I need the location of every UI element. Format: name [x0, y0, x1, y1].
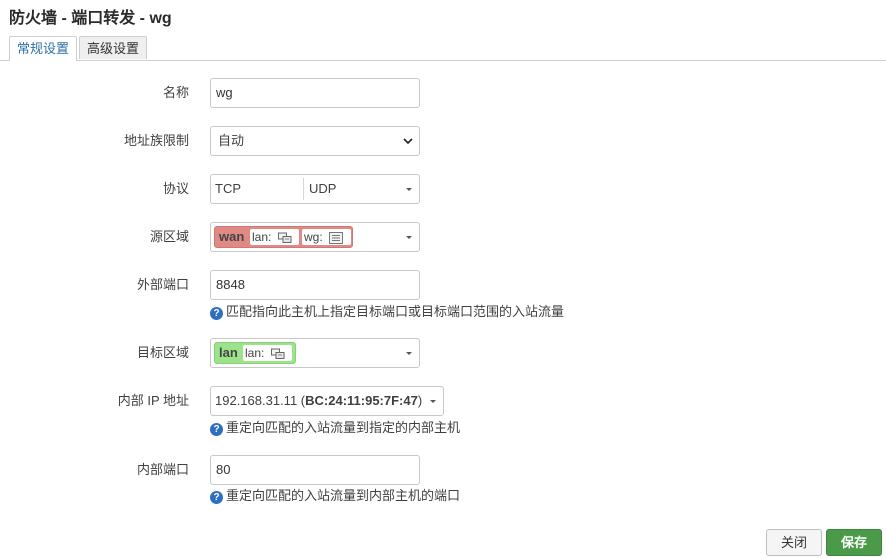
protocol-divider [303, 178, 304, 200]
family-label: 地址族限制 [123, 133, 189, 148]
tab-advanced[interactable]: 高级设置 [79, 36, 148, 59]
caret-down-icon [406, 352, 412, 355]
help-text: 重定向匹配的入站流量到指定的内部主机 [226, 420, 461, 435]
caret-down-icon [430, 400, 436, 403]
int-port-help: ? 重定向匹配的入站流量到内部主机的端口 [210, 488, 460, 504]
network-badge-lan: lan: [250, 229, 299, 245]
int-ip-label: 内部 IP 地址 [117, 393, 189, 408]
tunnel-device-icon [329, 232, 344, 244]
caret-down-icon [406, 236, 412, 239]
question-circle-icon: ? [210, 491, 223, 504]
int-ip-value: 192.168.31.11 (BC:24:11:95:7F:47) [215, 387, 422, 415]
caret-down-icon [406, 188, 412, 191]
question-circle-icon: ? [210, 423, 223, 436]
name-input[interactable]: wg [210, 78, 420, 108]
close-button[interactable]: 关闭 [766, 529, 822, 556]
chevron-down-icon [403, 138, 413, 145]
tab-bar: 常规设置 高级设置 [0, 36, 886, 61]
mac-prefix: BC [305, 393, 324, 408]
network-label: lan: [252, 230, 272, 244]
network-badge-wg: wg: [302, 229, 351, 245]
tab-general[interactable]: 常规设置 [9, 36, 78, 61]
help-text: 重定向匹配的入站流量到内部主机的端口 [226, 488, 461, 503]
protocol-tcp: TCP [215, 181, 241, 196]
help-text: 匹配指向此主机上指定目标端口或目标端口范围的入站流量 [226, 304, 565, 319]
int-ip-select[interactable]: 192.168.31.11 (BC:24:11:95:7F:47) [210, 386, 444, 416]
name-label: 名称 [162, 85, 189, 100]
src-zone-select[interactable]: wan lan: wg: [210, 222, 420, 252]
ip-suffix: ) [417, 393, 423, 408]
protocol-label: 协议 [162, 181, 189, 196]
ip-address: 192.168.31.11 ( [215, 393, 306, 408]
save-button[interactable]: 保存 [826, 529, 882, 556]
zone-name: wan [219, 229, 245, 244]
src-zone-label: 源区域 [149, 229, 189, 244]
int-ip-help: ? 重定向匹配的入站流量到指定的内部主机 [210, 420, 460, 436]
ext-port-input[interactable]: 8848 [210, 270, 420, 300]
zone-badge-wan: wan lan: wg: [214, 226, 353, 248]
dest-zone-label: 目标区域 [136, 345, 189, 360]
network-label: lan: [245, 346, 265, 360]
network-device-icon [277, 232, 292, 243]
protocol-select[interactable]: TCP UDP [210, 174, 420, 204]
family-select[interactable]: 自动 [210, 126, 420, 156]
network-label: wg: [304, 230, 323, 244]
page-title: 防火墙 - 端口转发 - wg [9, 10, 172, 27]
network-badge-lan: lan: [243, 345, 292, 361]
int-port-input[interactable]: 80 [210, 455, 420, 485]
ext-port-help: ? 匹配指向此主机上指定目标端口或目标端口范围的入站流量 [210, 304, 564, 320]
zone-badge-lan: lan lan: [214, 342, 296, 364]
ext-port-label: 外部端口 [136, 277, 189, 292]
mac-rest: :24:11:95:7F:47 [323, 393, 418, 408]
network-device-icon [270, 348, 285, 359]
family-value: 自动 [218, 133, 245, 148]
int-port-label: 内部端口 [136, 462, 189, 477]
dest-zone-select[interactable]: lan lan: [210, 338, 420, 368]
question-circle-icon: ? [210, 307, 223, 320]
zone-name: lan [219, 345, 238, 360]
protocol-udp: UDP [309, 181, 337, 196]
